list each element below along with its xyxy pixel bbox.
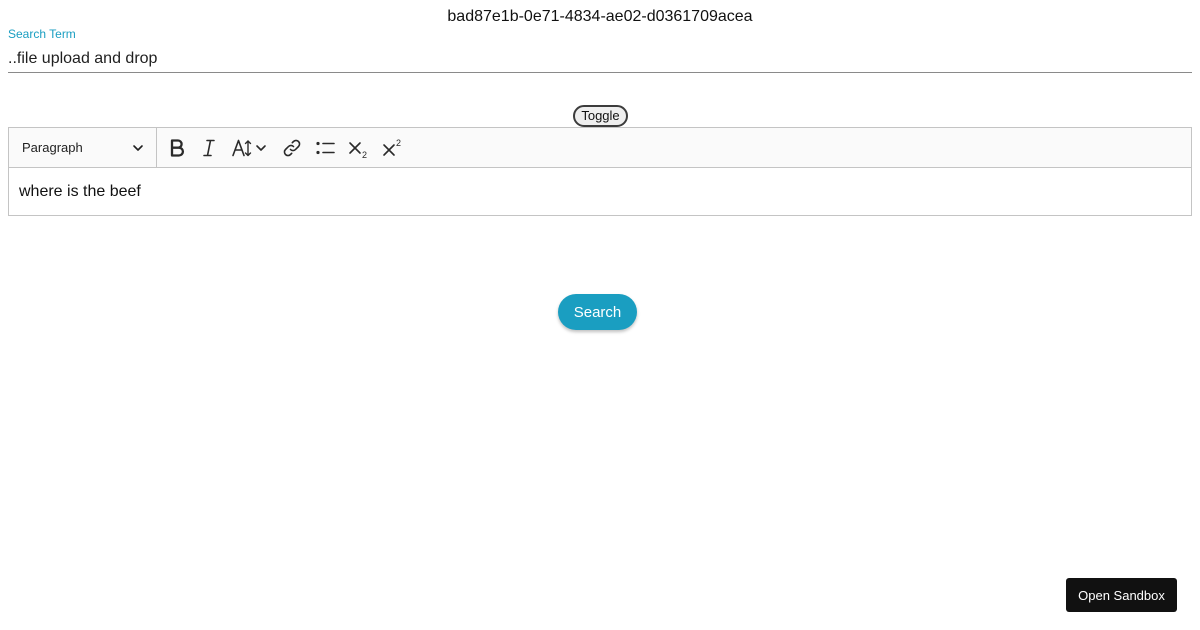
svg-text:2: 2 bbox=[362, 150, 367, 160]
toggle-button[interactable]: Toggle bbox=[573, 105, 628, 127]
bold-icon bbox=[165, 136, 189, 160]
block-type-dropdown[interactable]: Paragraph bbox=[9, 128, 157, 167]
link-button[interactable] bbox=[280, 136, 304, 160]
bulleted-list-icon bbox=[313, 136, 337, 160]
chevron-down-icon bbox=[131, 141, 145, 155]
block-type-label: Paragraph bbox=[22, 140, 83, 155]
italic-icon bbox=[197, 136, 221, 160]
editor-content[interactable]: where is the beef bbox=[19, 183, 141, 201]
open-sandbox-button[interactable]: Open Sandbox bbox=[1066, 578, 1177, 612]
search-input[interactable] bbox=[8, 46, 1192, 73]
search-label: Search Term bbox=[8, 27, 76, 41]
subscript-icon: 2 bbox=[347, 136, 371, 160]
font-size-icon bbox=[231, 136, 271, 160]
rich-text-editor: Paragraph 2 2 where is the beef bbox=[8, 127, 1192, 216]
italic-button[interactable] bbox=[197, 136, 221, 160]
bulleted-list-button[interactable] bbox=[313, 136, 337, 160]
search-field: Search Term bbox=[8, 26, 1192, 75]
bold-button[interactable] bbox=[165, 136, 189, 160]
page: bad87e1b-0e71-4834-ae02-d0361709acea Sea… bbox=[0, 0, 1200, 630]
superscript-button[interactable]: 2 bbox=[381, 136, 405, 160]
editor-toolbar: Paragraph 2 2 bbox=[9, 128, 1191, 168]
superscript-icon: 2 bbox=[381, 136, 405, 160]
link-icon bbox=[280, 136, 304, 160]
subscript-button[interactable]: 2 bbox=[347, 136, 371, 160]
page-id-heading: bad87e1b-0e71-4834-ae02-d0361709acea bbox=[447, 8, 753, 25]
font-size-button[interactable] bbox=[231, 136, 271, 160]
search-button[interactable]: Search bbox=[558, 294, 637, 330]
svg-text:2: 2 bbox=[396, 138, 401, 148]
